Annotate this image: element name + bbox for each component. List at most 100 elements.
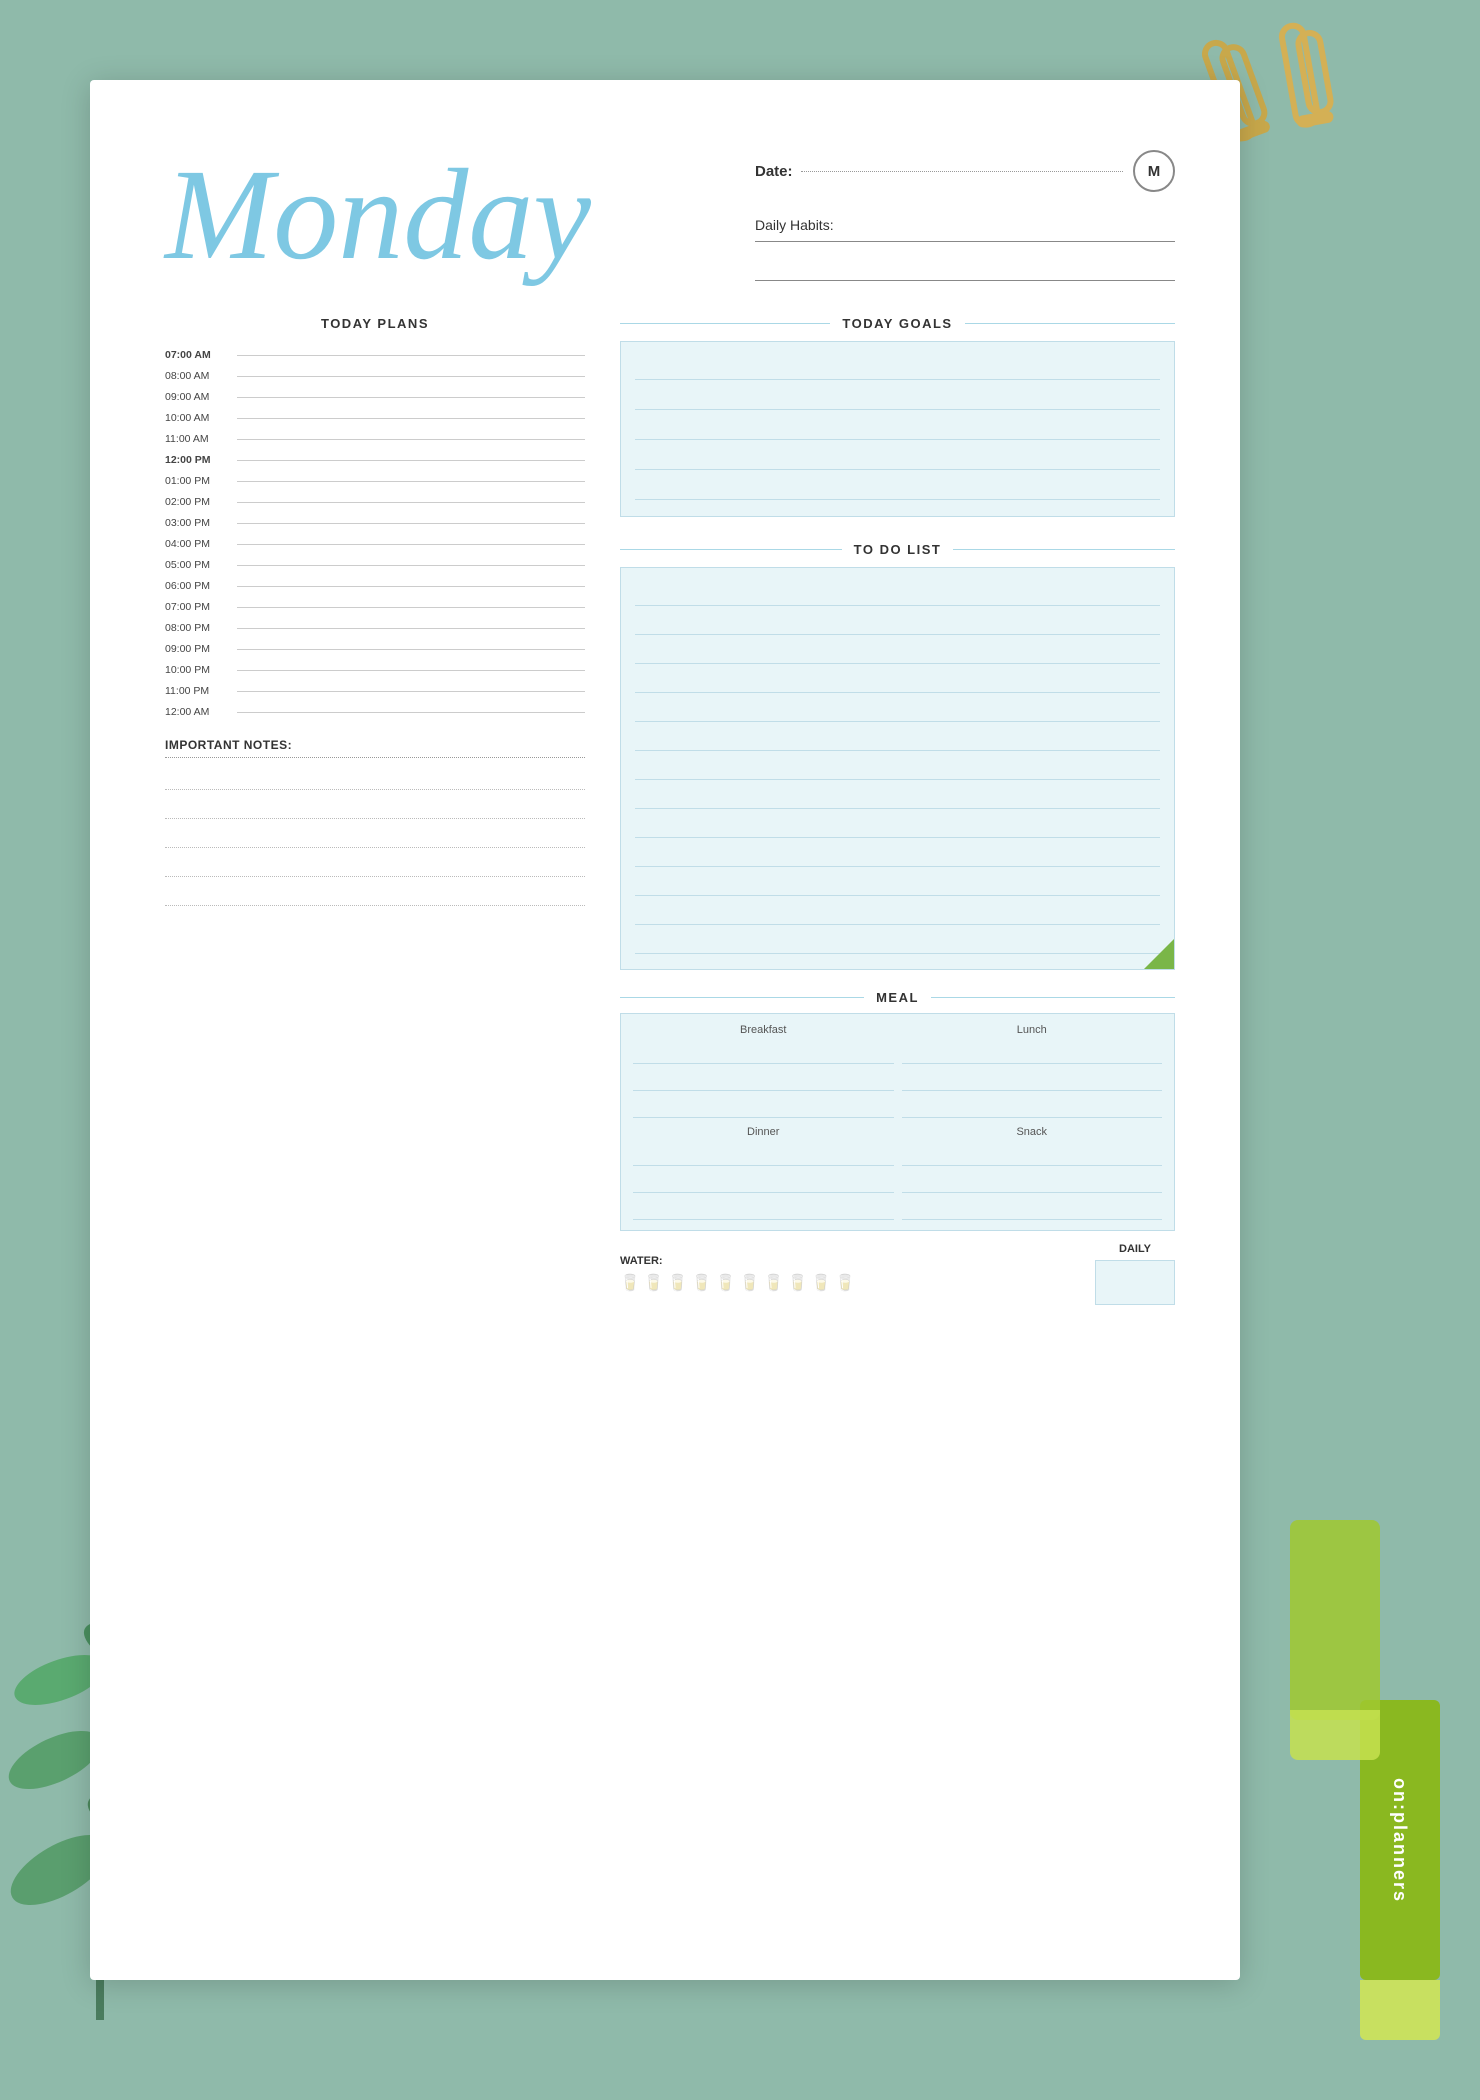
time-line: [237, 523, 585, 524]
time-label: 07:00 AM: [165, 349, 237, 361]
todo-line: [635, 928, 1160, 954]
time-slot: 09:00 PM: [165, 643, 585, 655]
time-label: 09:00 AM: [165, 391, 237, 403]
time-label: 02:00 PM: [165, 496, 237, 508]
goals-box: [620, 341, 1175, 517]
important-notes-label: IMPORTANT NOTES:: [165, 738, 585, 758]
todo-line: [635, 725, 1160, 751]
time-label: 10:00 PM: [165, 664, 237, 676]
todo-box: [620, 567, 1175, 970]
habits-line-1: [755, 241, 1175, 242]
left-column: TODAY PLANS 07:00 AM 08:00 AM 09:00 AM 10:0…: [165, 316, 585, 1305]
goals-title-row: TODAY GOALS: [620, 316, 1175, 331]
goal-line: [635, 414, 1160, 440]
time-slot: 10:00 AM: [165, 412, 585, 424]
time-label: 08:00 AM: [165, 370, 237, 382]
time-slot: 04:00 PM: [165, 538, 585, 550]
meal-title-line-right: [931, 997, 1175, 998]
todo-line: [635, 638, 1160, 664]
green-flag: [1144, 939, 1174, 969]
goals-title-line-left: [620, 323, 830, 324]
time-slot: 03:00 PM: [165, 517, 585, 529]
time-label: 07:00 PM: [165, 601, 237, 613]
todo-line: [635, 667, 1160, 693]
daily-box: [1095, 1260, 1175, 1305]
lunch-line-3: [902, 1096, 1163, 1118]
right-column: TODAY GOALS TO DO LIST: [620, 316, 1175, 1305]
water-label: WATER:: [620, 1255, 855, 1267]
todo-line: [635, 812, 1160, 838]
glass-icon: 🥛: [835, 1273, 855, 1293]
meal-dinner-cell: Dinner: [633, 1126, 894, 1220]
todo-section: TO DO LIST: [620, 542, 1175, 970]
main-content: TODAY PLANS 07:00 AM 08:00 AM 09:00 AM 10:0…: [165, 316, 1175, 1305]
notes-line: [165, 884, 585, 906]
day-section: Monday: [165, 135, 591, 280]
todo-line: [635, 783, 1160, 809]
time-label: 12:00 PM: [165, 454, 237, 466]
todo-title-line-left: [620, 549, 842, 550]
time-line: [237, 691, 585, 692]
time-slot: 02:00 PM: [165, 496, 585, 508]
time-line: [237, 376, 585, 377]
snack-line-2: [902, 1171, 1163, 1193]
notes-lines-container: [165, 768, 585, 906]
water-glasses: 🥛🥛🥛🥛🥛🥛🥛🥛🥛🥛: [620, 1273, 855, 1293]
date-label: Date:: [755, 163, 793, 180]
time-label: 11:00 AM: [165, 433, 237, 445]
time-line: [237, 586, 585, 587]
notes-line: [165, 797, 585, 819]
notes-line: [165, 826, 585, 848]
time-slot: 07:00 PM: [165, 601, 585, 613]
breakfast-line-3: [633, 1096, 894, 1118]
time-slot: 06:00 PM: [165, 580, 585, 592]
todo-line: [635, 609, 1160, 635]
habits-label: Daily Habits:: [755, 217, 1175, 233]
time-line: [237, 628, 585, 629]
dinner-line-1: [633, 1144, 894, 1166]
time-line: [237, 481, 585, 482]
lunch-line-1: [902, 1042, 1163, 1064]
glass-icon: 🥛: [716, 1273, 736, 1293]
glass-icon: 🥛: [692, 1273, 712, 1293]
planner-page: Monday Date: M Daily Habits:: [90, 80, 1240, 1980]
todo-line: [635, 696, 1160, 722]
todo-line: [635, 870, 1160, 896]
notes-line: [165, 768, 585, 790]
glass-icon: 🥛: [811, 1273, 831, 1293]
breakfast-label: Breakfast: [633, 1024, 894, 1036]
today-goals-section: TODAY GOALS: [620, 316, 1175, 517]
time-label: 04:00 PM: [165, 538, 237, 550]
time-line: [237, 355, 585, 356]
snack-label: Snack: [902, 1126, 1163, 1138]
meal-lunch-cell: Lunch: [902, 1024, 1163, 1118]
glass-icon: 🥛: [620, 1273, 640, 1293]
glass-icon: 🥛: [740, 1273, 760, 1293]
goals-title-line-right: [965, 323, 1175, 324]
dinner-line-3: [633, 1198, 894, 1220]
lunch-label: Lunch: [902, 1024, 1163, 1036]
glass-icon: 🥛: [764, 1273, 784, 1293]
snack-line-1: [902, 1144, 1163, 1166]
time-label: 08:00 PM: [165, 622, 237, 634]
todo-line: [635, 580, 1160, 606]
todo-title: TO DO LIST: [842, 542, 954, 557]
meal-title-row: MEAL: [620, 990, 1175, 1005]
time-line: [237, 712, 585, 713]
meal-breakfast-cell: Breakfast: [633, 1024, 894, 1118]
todo-title-line-right: [953, 549, 1175, 550]
time-line: [237, 670, 585, 671]
breakfast-line-2: [633, 1069, 894, 1091]
water-left: WATER: 🥛🥛🥛🥛🥛🥛🥛🥛🥛🥛: [620, 1255, 855, 1293]
today-plans-title: TODAY PLANS: [165, 316, 585, 331]
time-line: [237, 460, 585, 461]
lunch-line-2: [902, 1069, 1163, 1091]
time-line: [237, 565, 585, 566]
time-slot: 05:00 PM: [165, 559, 585, 571]
time-slot: 09:00 AM: [165, 391, 585, 403]
breakfast-line-1: [633, 1042, 894, 1064]
time-slot: 01:00 PM: [165, 475, 585, 487]
time-line: [237, 397, 585, 398]
daily-label: DAILY: [1095, 1243, 1175, 1255]
highlighter-body: [1290, 1520, 1380, 1720]
